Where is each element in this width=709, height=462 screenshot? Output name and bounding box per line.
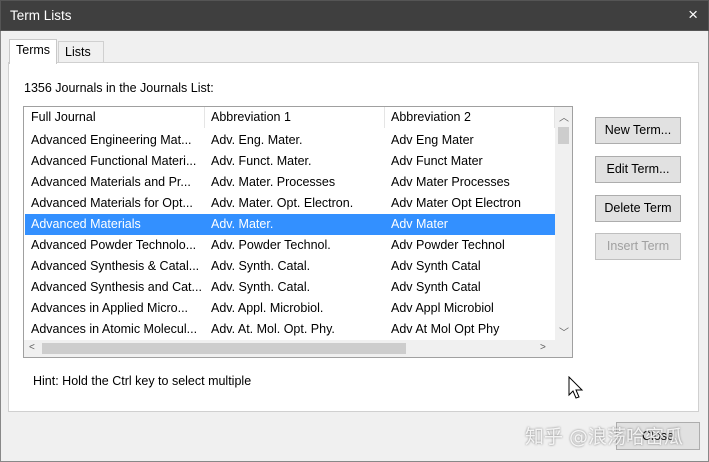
scroll-down-icon[interactable]: ﹀ <box>559 324 569 339</box>
journal-count-label: 1356 Journals in the Journals List: <box>24 81 214 95</box>
table-row[interactable]: Advanced Functional Materi... Adv. Funct.… <box>25 151 555 172</box>
delete-term-button[interactable]: Delete Term <box>595 195 681 222</box>
column-header-abbreviation-1[interactable]: Abbreviation 1 <box>205 107 385 128</box>
cell-abbreviation-2: Adv At Mol Opt Phy <box>391 322 500 336</box>
cell-abbreviation-2: Adv Eng Mater <box>391 133 474 147</box>
table-row[interactable]: Advanced Powder Technolo... Adv. Powder T… <box>25 235 555 256</box>
cell-full-journal: Advanced Materials and Pr... <box>31 175 191 189</box>
cell-abbreviation-1: Adv. Synth. Catal. <box>211 280 311 294</box>
column-header-full-journal[interactable]: Full Journal <box>25 107 205 128</box>
table-row[interactable]: Advances in Applied Micro... Adv. Appl. M… <box>25 298 555 319</box>
mouse-cursor-icon <box>568 376 584 399</box>
window-title: Term Lists <box>10 8 72 23</box>
table-row[interactable]: Advanced Synthesis and Cat... Adv. Synth.… <box>25 277 555 298</box>
cell-full-journal: Advanced Synthesis and Cat... <box>31 280 202 294</box>
cell-abbreviation-2: Adv Mater Opt Electron <box>391 196 521 210</box>
insert-term-button[interactable]: Insert Term <box>595 233 681 260</box>
scroll-left-icon[interactable]: < <box>29 342 35 353</box>
cell-abbreviation-1: Adv. Funct. Mater. <box>211 154 312 168</box>
tab-lists[interactable]: Lists <box>58 41 104 63</box>
close-icon[interactable]: × <box>688 5 698 25</box>
watermark: 知乎 @浪荡哈密瓜 <box>525 426 684 448</box>
cell-abbreviation-1: Adv. Appl. Microbiol. <box>211 301 324 315</box>
table-row[interactable]: Advanced Materials Adv. Mater. Adv Mater <box>25 214 555 235</box>
scroll-up-icon[interactable]: ︿ <box>559 109 569 124</box>
cell-abbreviation-1: Adv. At. Mol. Opt. Phy. <box>211 322 335 336</box>
cell-full-journal: Advanced Functional Materi... <box>31 154 197 168</box>
scroll-right-icon[interactable]: > <box>540 342 546 353</box>
edit-term-button[interactable]: Edit Term... <box>595 156 681 183</box>
cell-full-journal: Advanced Materials <box>31 217 141 231</box>
hint-text: Hint: Hold the Ctrl key to select multip… <box>33 374 252 388</box>
cell-abbreviation-1: Adv. Eng. Mater. <box>211 133 303 147</box>
cell-abbreviation-2: Adv Appl Microbiol <box>391 301 494 315</box>
cell-abbreviation-1: Adv. Powder Technol. <box>211 238 331 252</box>
cell-full-journal: Advances in Atomic Molecul... <box>31 322 198 336</box>
cell-abbreviation-2: Adv Mater <box>391 217 448 231</box>
table-row[interactable]: Advanced Synthesis & Catal... Adv. Synth.… <box>25 256 555 277</box>
new-term-button[interactable]: New Term... <box>595 117 681 144</box>
cell-abbreviation-2: Adv Powder Technol <box>391 238 505 252</box>
table-row[interactable]: Advanced Materials for Opt... Adv. Mater.… <box>25 193 555 214</box>
vertical-scrollbar[interactable]: ︿ ﹀ <box>555 107 572 341</box>
horizontal-scroll-thumb[interactable] <box>42 343 406 354</box>
cell-full-journal: Advances in Applied Micro... <box>31 301 189 315</box>
tab-terms[interactable]: Terms <box>9 39 58 64</box>
table-header: Full Journal Abbreviation 1 Abbreviation… <box>25 107 555 128</box>
cell-abbreviation-1: Adv. Mater. Opt. Electron. <box>211 196 354 210</box>
cell-full-journal: Advanced Materials for Opt... <box>31 196 193 210</box>
cell-abbreviation-2: Adv Synth Catal <box>391 280 481 294</box>
cell-abbreviation-2: Adv Synth Catal <box>391 259 481 273</box>
table-row[interactable]: Advances in Atomic Molecul... Adv. At. Mo… <box>25 319 555 340</box>
cell-full-journal: Advanced Powder Technolo... <box>31 238 197 252</box>
horizontal-scrollbar[interactable]: < > <box>24 340 572 357</box>
cell-abbreviation-1: Adv. Mater. Processes <box>211 175 336 189</box>
cell-abbreviation-2: Adv Funct Mater <box>391 154 483 168</box>
table-row[interactable]: Advanced Materials and Pr... Adv. Mater. … <box>25 172 555 193</box>
cell-full-journal: Advanced Engineering Mat... <box>31 133 192 147</box>
column-header-abbreviation-2[interactable]: Abbreviation 2 <box>385 107 555 128</box>
journal-list[interactable]: Full Journal Abbreviation 1 Abbreviation… <box>23 106 573 358</box>
cell-abbreviation-2: Adv Mater Processes <box>391 175 510 189</box>
title-bar: Term Lists × <box>0 0 709 31</box>
table-row[interactable]: Advanced Engineering Mat... Adv. Eng. Mat… <box>25 130 555 151</box>
cell-full-journal: Advanced Synthesis & Catal... <box>31 259 200 273</box>
cell-abbreviation-1: Adv. Synth. Catal. <box>211 259 311 273</box>
vertical-scroll-thumb[interactable] <box>558 127 569 144</box>
cell-abbreviation-1: Adv. Mater. <box>211 217 274 231</box>
